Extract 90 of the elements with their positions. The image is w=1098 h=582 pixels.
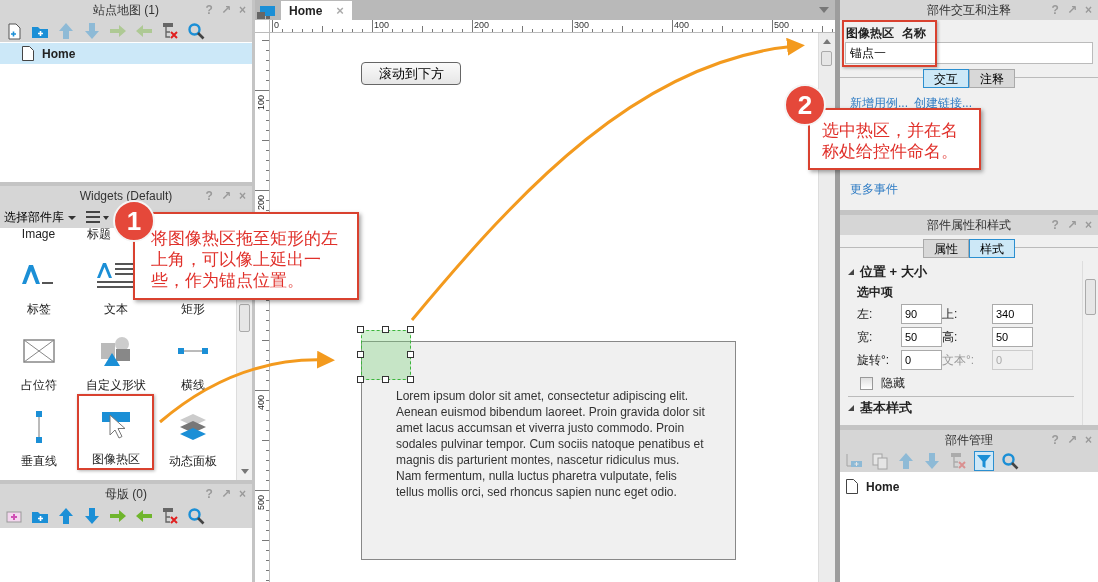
expand-icon[interactable] <box>848 405 854 411</box>
scroll-down-button[interactable] <box>241 469 249 474</box>
expand-icon[interactable] <box>848 269 854 275</box>
widget-label[interactable]: 动态面板 <box>168 452 217 470</box>
panel-title: 部件属性和样式 <box>927 217 1011 234</box>
resize-handle[interactable] <box>407 351 414 358</box>
widget-label[interactable]: 文本 <box>103 300 128 318</box>
widget-label[interactable]: 标签 <box>26 300 51 318</box>
widget-label[interactable]: 图像热区 <box>91 450 140 468</box>
field-label: 高: <box>942 329 959 346</box>
checkbox[interactable] <box>860 376 873 390</box>
arrow-down-button[interactable] <box>82 506 102 526</box>
panel-title: 母版 (0) <box>105 486 147 503</box>
widget-label[interactable]: 横线 <box>180 376 205 394</box>
panel-tab[interactable]: 属性 <box>923 239 969 258</box>
panel-title: 部件管理 <box>945 432 993 449</box>
field-label: 文本°: <box>942 352 976 369</box>
page-label: Home <box>42 45 76 63</box>
resize-handle[interactable] <box>407 326 414 333</box>
number-field[interactable]: 0 <box>901 350 942 370</box>
resize-handle[interactable] <box>382 376 389 383</box>
paragraph-text: Lorem ipsum dolor sit amet, consectetur adipiscing elit. Aenean euismod bibendum laoreet. Proin gravida dolor sit amet lacus accumsan et viverra justo commodo. Proin sodales pulvinar tempor. Cum sociis natoque penatibus et magnis dis parturient montes, nascetur ridiculus mus. Nam fermentum, nulla luctus pharetra vulputate, felis tellus mollis orci, sed rhoncus sapien nunc eget odio. <box>396 388 706 500</box>
section-title: 基本样式 <box>860 399 912 418</box>
checkbox-label: 隐藏 <box>881 375 905 392</box>
monitor-icon <box>257 4 277 20</box>
hotspot-icon <box>99 411 132 441</box>
horizontal-line-icon <box>177 346 208 356</box>
scroll-thumb[interactable] <box>239 304 250 332</box>
scroll-button[interactable]: 滚动到下方 <box>361 62 461 85</box>
delete-button[interactable] <box>160 21 180 41</box>
page-icon <box>22 46 34 61</box>
ruler-label: 100 <box>257 93 266 110</box>
field-label: 上: <box>942 306 959 323</box>
tree-label: Home <box>866 478 900 496</box>
widget-label[interactable]: 自定义形状 <box>85 376 146 394</box>
number-field[interactable]: 90 <box>901 304 942 324</box>
image-hotspot[interactable] <box>361 330 411 380</box>
widget-label: Image <box>20 228 57 242</box>
resize-handle[interactable] <box>357 351 364 358</box>
field-label: 图像热区 <box>846 24 894 42</box>
resize-handle[interactable] <box>407 376 414 383</box>
field-label: 左: <box>857 306 874 323</box>
resize-handle[interactable] <box>382 326 389 333</box>
delete-button[interactable] <box>160 506 180 526</box>
subsection-title: 选中项 <box>856 284 893 301</box>
arrow-up-button[interactable] <box>56 506 76 526</box>
panel-title: 部件交互和注释 <box>927 2 1011 19</box>
search-button[interactable] <box>1000 451 1020 471</box>
widget-label[interactable]: 占位符 <box>20 376 57 394</box>
number-field[interactable]: 50 <box>992 327 1033 347</box>
ruler-label: 300 <box>574 21 590 30</box>
search-button[interactable] <box>186 506 206 526</box>
ruler-label: 100 <box>374 21 390 30</box>
ruler-label: 400 <box>257 393 266 410</box>
widget-label: 标题 <box>86 228 112 242</box>
search-button[interactable] <box>186 21 206 41</box>
tree-item[interactable]: Home <box>840 476 1098 497</box>
ruler-label: 400 <box>674 21 690 30</box>
panel-tab[interactable]: 注释 <box>969 69 1015 88</box>
more-events-link[interactable]: 更多事件 <box>850 180 898 198</box>
section-title: 位置 + 大小 <box>860 263 927 282</box>
page-row[interactable]: Home <box>0 43 252 64</box>
scrollbar[interactable] <box>1082 261 1098 425</box>
placeholder-icon <box>22 339 55 363</box>
resize-handle[interactable] <box>357 376 364 383</box>
scroll-thumb[interactable] <box>821 51 832 66</box>
shapes-icon <box>99 335 132 367</box>
field-label: 宽: <box>857 329 874 346</box>
text-widget-icon <box>95 260 136 290</box>
panel-title: 站点地图 (1) <box>93 2 159 19</box>
filter-button[interactable] <box>974 451 994 471</box>
ruler-label: 200 <box>257 193 266 210</box>
panel-tab[interactable]: 交互 <box>923 69 969 88</box>
ruler-label: 500 <box>774 21 790 30</box>
vertical-line-icon <box>33 411 44 443</box>
page-icon <box>846 479 858 494</box>
field-label: 名称 <box>902 24 926 42</box>
ruler-label: 200 <box>474 21 490 30</box>
number-field[interactable]: 340 <box>992 304 1033 324</box>
panel-tab[interactable]: 样式 <box>969 239 1015 258</box>
widget-label[interactable]: 矩形 <box>180 300 205 318</box>
name-field[interactable]: 锚点一 <box>845 42 1093 64</box>
widget-label[interactable]: 垂直线 <box>20 452 57 470</box>
ruler-label: 0 <box>274 21 279 30</box>
field-label: 旋转°: <box>857 352 891 369</box>
page-tab[interactable]: Home × <box>281 1 352 20</box>
resize-handle[interactable] <box>357 326 364 333</box>
ruler-label: 500 <box>257 493 266 510</box>
dropdown-icon <box>819 7 829 13</box>
number-field[interactable]: 50 <box>901 327 942 347</box>
